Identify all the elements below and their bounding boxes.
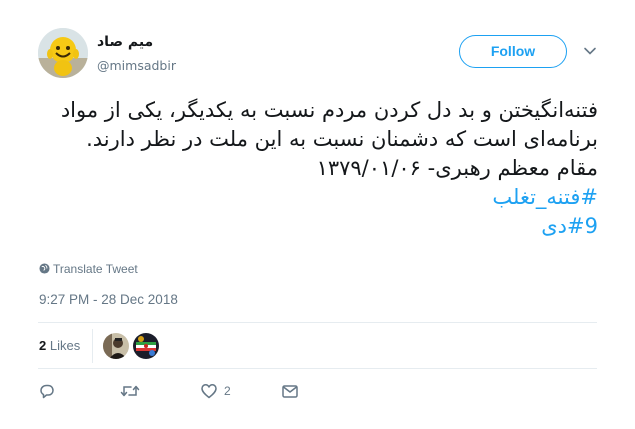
reply-icon — [40, 384, 54, 399]
envelope-icon — [282, 385, 298, 398]
likes-number: 2 — [39, 338, 47, 353]
globe-icon — [39, 263, 50, 274]
hashtag-link[interactable]: #9دی — [541, 212, 598, 241]
translate-label: Translate Tweet — [53, 262, 138, 276]
tweet-line: برنامه‌ای است که دشمنان نسبت به این ملت … — [86, 127, 598, 151]
divider — [38, 322, 597, 323]
reply-button[interactable] — [38, 382, 62, 402]
user-avatar[interactable] — [38, 28, 88, 78]
like-count: 2 — [224, 384, 231, 398]
translate-tweet-link[interactable]: Translate Tweet — [39, 262, 138, 276]
liker-avatar[interactable] — [103, 333, 129, 359]
more-options-chevron-down-icon[interactable] — [583, 43, 597, 57]
likes-count-link[interactable]: 2 Likes — [39, 338, 80, 353]
tweet-line: فتنه‌انگیختن و بد دل کردن مردم نسبت به ی… — [60, 98, 598, 122]
retweet-button[interactable] — [120, 382, 146, 402]
tweet-card: میم صاد @mimsadbir Follow فتنه‌انگیختن و… — [0, 0, 635, 429]
hashtag-link[interactable]: #فتنه_تغلب — [492, 183, 598, 212]
follow-button[interactable]: Follow — [459, 35, 567, 68]
smiley-figurine-icon — [38, 28, 88, 78]
likers-avatars — [92, 329, 163, 363]
heart-icon — [201, 384, 217, 399]
display-name[interactable]: میم صاد — [97, 34, 153, 50]
tweet-text: فتنه‌انگیختن و بد دل کردن مردم نسبت به ی… — [28, 96, 598, 241]
user-handle[interactable]: @mimsadbir — [97, 58, 176, 73]
direct-message-button[interactable] — [281, 382, 299, 402]
tweet-timestamp[interactable]: 9:27 PM - 28 Dec 2018 — [39, 292, 178, 307]
likes-label: Likes — [49, 338, 81, 353]
tweet-line: مقام معظم رهبری- ۱۳۷۹/۰۱/۰۶ — [316, 156, 598, 180]
retweet-icon — [120, 385, 140, 397]
liker-avatar[interactable] — [133, 333, 159, 359]
like-button[interactable]: 2 — [200, 382, 231, 402]
divider — [38, 368, 597, 369]
